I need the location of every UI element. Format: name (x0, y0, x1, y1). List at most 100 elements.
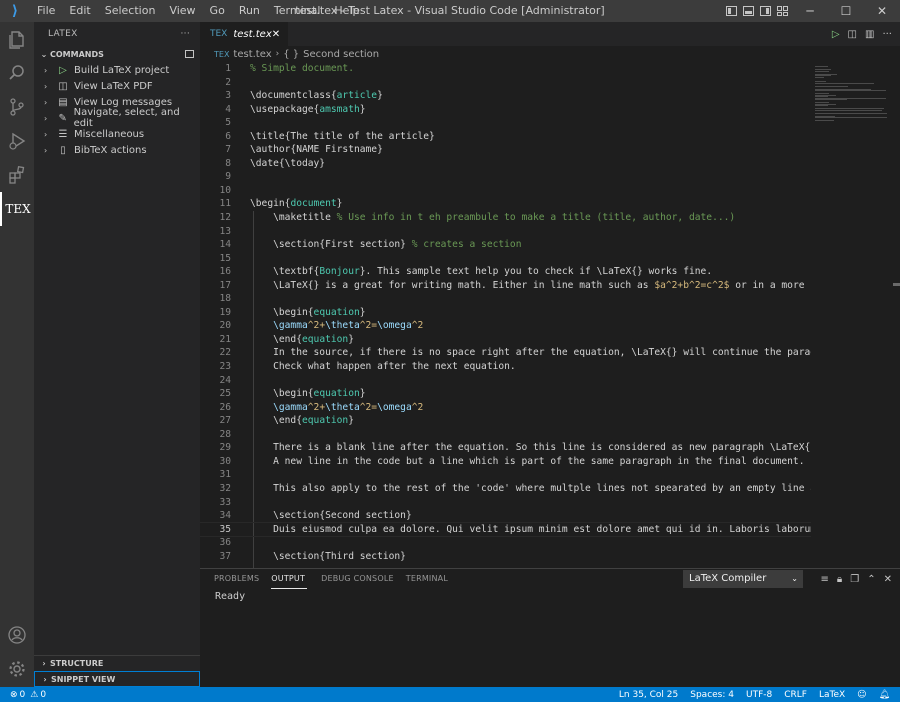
cursor-position[interactable]: Ln 35, Col 25 (619, 690, 678, 700)
menu-view[interactable]: View (162, 0, 202, 22)
collapse-all-icon[interactable] (185, 50, 194, 58)
menu-run[interactable]: Run (232, 0, 267, 22)
chevron-right-icon[interactable]: › (44, 146, 56, 155)
code-line[interactable]: 29 There is a blank line after the equat… (200, 441, 811, 455)
code-editor[interactable]: 1% Simple document. 2 3 \documentclass{arti… (200, 62, 811, 568)
code-line[interactable]: 19 \begin{equation} (200, 306, 811, 320)
code-line[interactable]: 3 \documentclass{article} (200, 89, 811, 103)
indentation[interactable]: Spaces: 4 (690, 690, 734, 700)
run-debug-icon[interactable] (0, 124, 34, 158)
split-editor-icon[interactable]: ▥ (865, 29, 874, 40)
chevron-right-icon[interactable]: › (44, 66, 56, 75)
code-line[interactable]: 28 (200, 428, 811, 442)
scrollbar-marker[interactable] (893, 283, 900, 286)
snippet-view-section-header[interactable]: › SNIPPET VIEW (34, 671, 200, 687)
minimize-icon[interactable]: ─ (792, 0, 828, 22)
more-actions-icon[interactable]: ··· (181, 29, 190, 39)
menu-edit[interactable]: Edit (62, 0, 97, 22)
code-line[interactable]: 18 (200, 292, 811, 306)
command-item[interactable]: › ✎ Navigate, select, and edit (34, 107, 200, 129)
code-line[interactable]: 8 \date{\today} (200, 157, 811, 171)
toggle-primary-sidebar-icon[interactable] (726, 6, 737, 16)
chevron-right-icon[interactable]: › (44, 114, 56, 123)
tab-terminal[interactable]: TERMINAL (406, 569, 456, 589)
menu-help[interactable]: Help (327, 0, 366, 22)
maximize-icon[interactable]: ☐ (828, 0, 864, 22)
close-panel-icon[interactable]: ✕ (884, 574, 892, 585)
code-line[interactable]: 25 \begin{equation} (200, 387, 811, 401)
code-line[interactable]: 34 \section{Second section} (200, 509, 811, 523)
code-line[interactable]: 12 \maketitle % Use info in t eh preambu… (200, 211, 811, 225)
command-item[interactable]: › ▷ Build LaTeX project (34, 62, 200, 78)
breadcrumb-section[interactable]: Second section (303, 49, 379, 60)
language-mode[interactable]: LaTeX (819, 690, 845, 700)
settings-gear-icon[interactable] (0, 652, 34, 686)
code-line[interactable]: 30 A new line in the code but a line whi… (200, 455, 811, 469)
code-line[interactable]: 17 \LaTeX{} is a great for writing math.… (200, 279, 811, 293)
code-line[interactable]: 16 \textbf{Bonjour}. This sample text he… (200, 265, 811, 279)
code-line[interactable]: 31 (200, 468, 811, 482)
extensions-icon[interactable] (0, 158, 34, 192)
lock-scroll-icon[interactable]: 🔒︎ (837, 574, 842, 585)
code-line[interactable]: 14 \section{First section} % creates a s… (200, 238, 811, 252)
toggle-secondary-sidebar-icon[interactable] (760, 6, 771, 16)
problems-status[interactable]: ⊗ 0 ⚠ 0 (0, 690, 46, 700)
code-line[interactable]: 6 \title{The title of the article} (200, 130, 811, 144)
close-window-icon[interactable]: ✕ (864, 0, 900, 22)
build-run-icon[interactable]: ▷ (832, 29, 840, 40)
code-line[interactable]: 11 \begin{document} (200, 197, 811, 211)
code-line[interactable]: 5 (200, 116, 811, 130)
code-line[interactable]: 21 \end{equation} (200, 333, 811, 347)
command-item[interactable]: › ▯ BibTeX actions (34, 142, 200, 158)
code-line[interactable]: 7 \author{NAME Firstname} (200, 143, 811, 157)
menu-go[interactable]: Go (203, 0, 232, 22)
code-line[interactable]: 13 (200, 225, 811, 239)
code-line[interactable]: 32 This also apply to the rest of the 'c… (200, 482, 811, 496)
end-of-line[interactable]: CRLF (784, 690, 807, 700)
menu-selection[interactable]: Selection (98, 0, 163, 22)
code-line[interactable]: 35 Duis eiusmod culpa ea dolore. Qui vel… (200, 521, 811, 538)
structure-section-header[interactable]: › STRUCTURE (34, 655, 200, 671)
chevron-right-icon[interactable]: › (44, 98, 56, 107)
open-in-editor-icon[interactable]: ❐ (850, 574, 859, 585)
code-line[interactable]: 26 \gamma^2+\theta^2=\omega^2 (200, 401, 811, 415)
encoding[interactable]: UTF-8 (746, 690, 772, 700)
tab-test-tex[interactable]: TEX test.tex ✕ (200, 22, 288, 46)
code-line[interactable]: 20 \gamma^2+\theta^2=\omega^2 (200, 319, 811, 333)
code-line[interactable]: 24 (200, 374, 811, 388)
explorer-icon[interactable] (0, 22, 34, 56)
code-line[interactable]: 15 (200, 252, 811, 266)
tex-icon[interactable]: TEX (0, 192, 34, 226)
notifications-bell-icon[interactable]: 🔔︎ (879, 690, 890, 700)
clear-output-icon[interactable]: ≡ (821, 574, 829, 585)
feedback-icon[interactable]: ☺ (857, 690, 866, 700)
chevron-right-icon[interactable]: › (44, 130, 56, 139)
code-line[interactable]: 10 (200, 184, 811, 198)
tab-output[interactable]: OUTPUT (271, 569, 308, 589)
tab-problems[interactable]: PROBLEMS (214, 569, 267, 589)
output-channel-select[interactable]: LaTeX Compiler ⌄ (683, 570, 803, 588)
code-line[interactable]: 4 \usepackage{amsmath} (200, 103, 811, 117)
tab-debug-console[interactable]: DEBUG CONSOLE (321, 569, 402, 589)
code-line[interactable]: 9 (200, 170, 811, 184)
command-item[interactable]: › ◫ View LaTeX PDF (34, 78, 200, 94)
chevron-right-icon[interactable]: › (44, 82, 56, 91)
menu-terminal[interactable]: Terminal (267, 0, 328, 22)
more-actions-icon[interactable]: ··· (882, 29, 892, 40)
open-preview-icon[interactable]: ◫ (848, 29, 857, 40)
account-icon[interactable] (0, 618, 34, 652)
code-line[interactable]: 22 In the source, if there is no space r… (200, 346, 811, 360)
commands-section-header[interactable]: ⌄ COMMANDS (34, 46, 200, 62)
maximize-panel-icon[interactable]: ⌃ (867, 574, 875, 585)
search-icon[interactable] (0, 56, 34, 90)
code-line[interactable]: 33 (200, 496, 811, 510)
source-control-icon[interactable] (0, 90, 34, 124)
menu-file[interactable]: File (30, 0, 62, 22)
code-line[interactable]: 27 \end{equation} (200, 414, 811, 428)
code-line[interactable]: 1 % Simple document. (200, 62, 811, 76)
breadcrumb-file[interactable]: test.tex (233, 49, 271, 60)
code-line[interactable]: 37 \section{Third section} (200, 550, 811, 564)
code-line[interactable]: 23 Check what happen after the next equa… (200, 360, 811, 374)
code-line[interactable]: 36 (200, 536, 811, 550)
close-tab-icon[interactable]: ✕ (272, 29, 280, 40)
